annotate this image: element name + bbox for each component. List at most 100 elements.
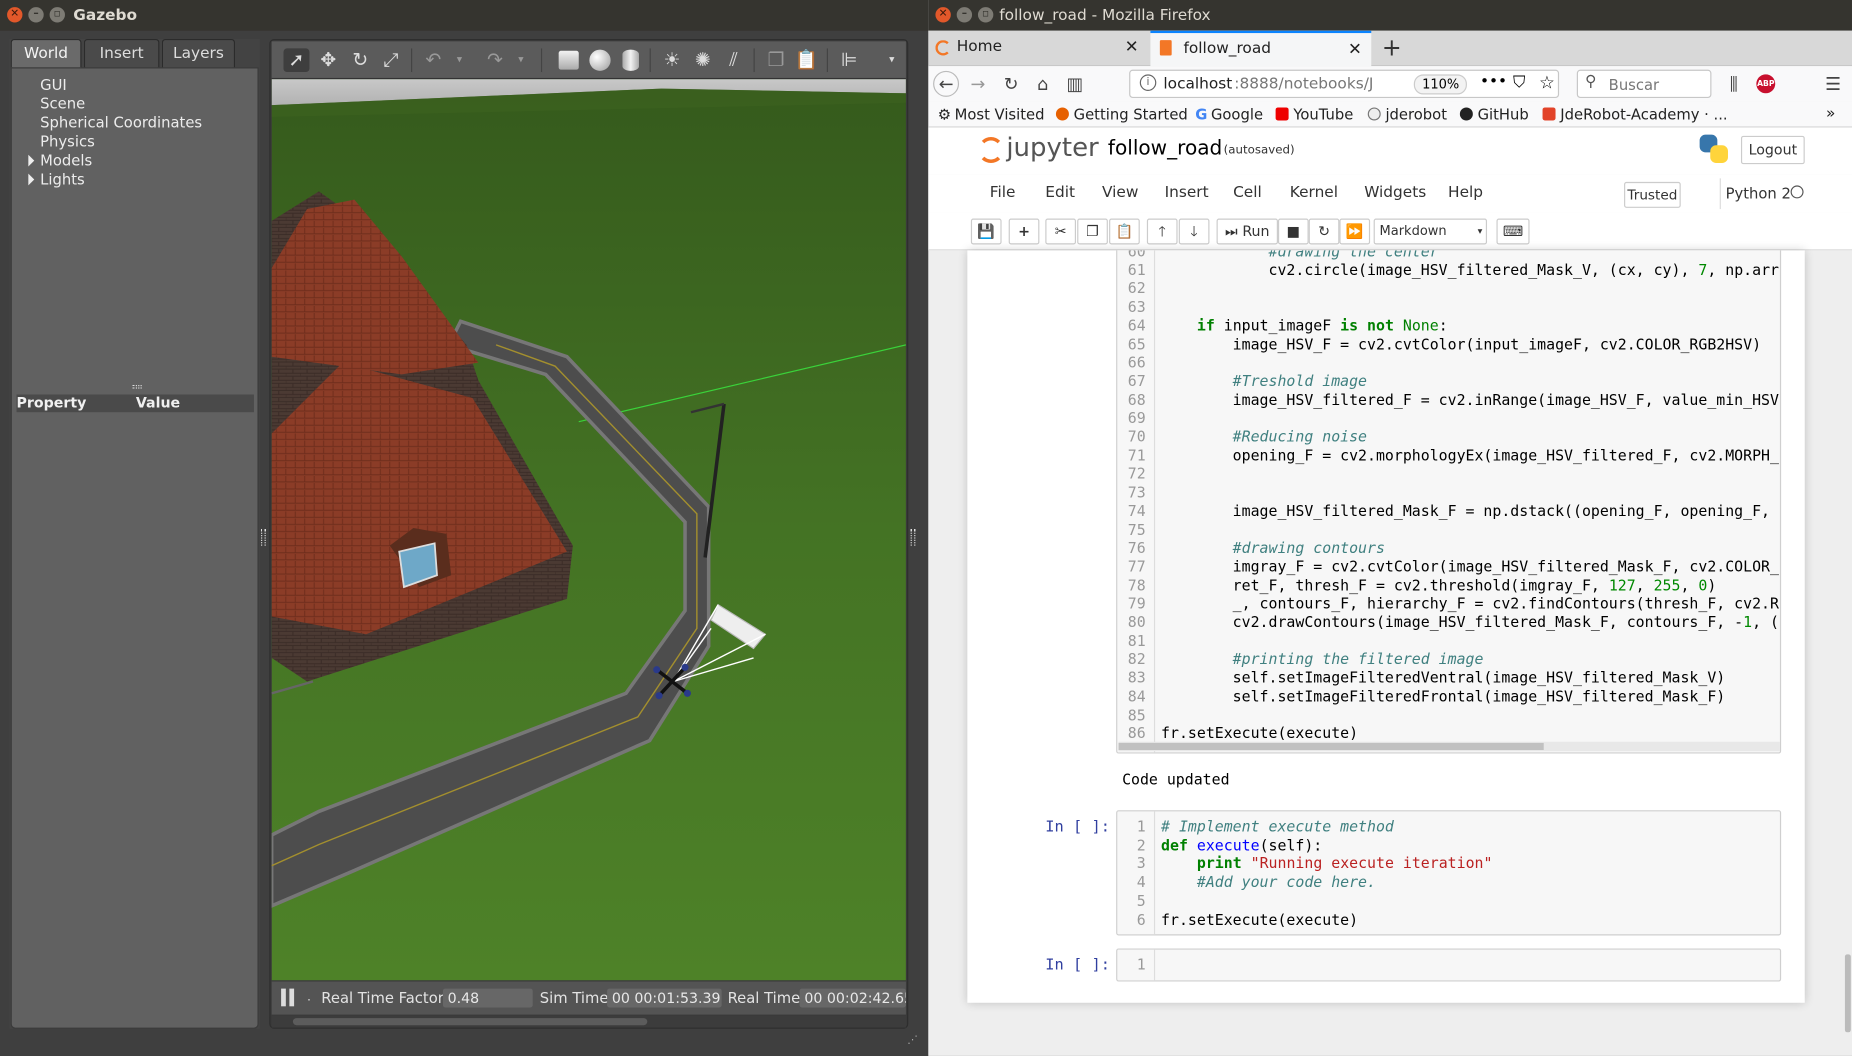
code-horizontal-scrollbar[interactable] [1118, 741, 1780, 752]
box-icon[interactable] [555, 48, 581, 72]
bookmark-getting-started[interactable]: Getting Started [1055, 105, 1188, 123]
search-bar[interactable]: ⚲ Buscar [1576, 69, 1712, 99]
run-button[interactable]: ⏭ Run [1216, 218, 1278, 245]
adblock-icon[interactable]: ABP [1756, 74, 1776, 94]
toolbar-overflow-icon[interactable]: ▾ [879, 48, 905, 72]
undo-icon[interactable]: ↶ [420, 48, 446, 72]
jupyter-logo-text[interactable]: jupyter [1006, 133, 1098, 163]
sidebar-icon[interactable]: ▥ [1063, 72, 1087, 96]
forward-icon[interactable]: → [966, 72, 990, 96]
tab-follow-road[interactable]: follow_road ✕ [1150, 30, 1372, 67]
point-light-icon[interactable]: ☀ [659, 48, 685, 72]
hamburger-menu-icon[interactable]: ☰ [1821, 72, 1845, 96]
code-cell[interactable]: 60 61 62 63 64 65 66 67 68 69 70 71 72 7… [1116, 250, 1782, 754]
tree-item-lights[interactable]: Lights [28, 170, 85, 188]
spot-light-icon[interactable]: ✺ [690, 48, 716, 72]
page-actions-icon[interactable]: ••• [1480, 73, 1507, 91]
back-icon[interactable]: ← [933, 70, 960, 97]
menu-cell[interactable]: Cell [1233, 184, 1262, 202]
new-tab-icon[interactable]: + [1382, 33, 1402, 61]
pocket-icon[interactable]: ⛉ [1513, 73, 1525, 92]
tab-world[interactable]: World [10, 38, 82, 68]
bookmark-google[interactable]: G Google [1195, 105, 1263, 123]
resize-grip-icon[interactable]: ⋰ [907, 1035, 918, 1047]
move-down-icon[interactable]: 🡓 [1178, 218, 1210, 245]
pause-icon[interactable] [281, 988, 286, 1007]
status-scrollbar[interactable] [271, 1015, 906, 1028]
menu-file[interactable]: File [990, 184, 1016, 202]
url-bar[interactable]: i localhost :8888/notebooks/Jup 110% •••… [1129, 69, 1560, 99]
directional-light-icon[interactable]: ⫽ [720, 48, 746, 72]
menu-insert[interactable]: Insert [1165, 184, 1209, 202]
right-splitter-handle[interactable] [910, 529, 916, 546]
maximize-icon[interactable]: ▫ [977, 7, 994, 23]
translate-icon[interactable]: ✥ [315, 48, 341, 72]
redo-icon[interactable]: ↷ [482, 48, 508, 72]
bookmark-jderobot[interactable]: jderobot [1367, 105, 1447, 123]
menu-widgets[interactable]: Widgets [1364, 184, 1426, 202]
restart-run-all-icon[interactable]: ⏩ [1339, 218, 1371, 245]
rotate-icon[interactable]: ↻ [347, 48, 373, 72]
tree-item-physics[interactable]: Physics [40, 132, 95, 150]
bookmark-most-visited[interactable]: ⚙ Most Visited [938, 105, 1045, 123]
close-icon[interactable]: ✕ [7, 7, 23, 23]
3d-scene-viewport[interactable] [271, 79, 906, 981]
bookmark-youtube[interactable]: YouTube [1275, 105, 1353, 123]
code-cell[interactable]: 1 2 3 4 5 6 # Implement execute method d… [1116, 810, 1782, 936]
home-icon[interactable]: ⌂ [1031, 72, 1055, 96]
copy-icon[interactable]: ❐ [1077, 218, 1108, 245]
command-palette-icon[interactable]: ⌨ [1496, 218, 1530, 245]
bookmark-star-icon[interactable]: ☆ [1539, 72, 1555, 93]
reload-icon[interactable]: ↻ [999, 72, 1023, 96]
redo-history-icon[interactable]: ▾ [508, 48, 534, 72]
bookmarks-overflow-icon[interactable]: » [1826, 105, 1835, 123]
cylinder-icon[interactable] [618, 48, 644, 72]
minimize-icon[interactable]: – [28, 7, 44, 23]
tab-home[interactable]: Home ✕ [928, 31, 1148, 66]
logout-button[interactable]: Logout [1740, 135, 1805, 165]
expand-arrow-icon[interactable] [28, 154, 35, 167]
paste-icon[interactable]: 📋 [1109, 218, 1140, 245]
menu-help[interactable]: Help [1448, 184, 1483, 202]
sphere-icon[interactable] [587, 48, 613, 72]
panel-splitter-handle[interactable] [132, 385, 142, 389]
minimize-icon[interactable]: – [956, 7, 973, 23]
zoom-indicator[interactable]: 110% [1413, 74, 1468, 95]
scrollbar-thumb[interactable] [292, 1018, 648, 1026]
copy-icon[interactable]: ❐ [763, 48, 789, 72]
info-icon[interactable]: i [1139, 74, 1157, 91]
notebook-name[interactable]: follow_road [1108, 137, 1222, 161]
close-icon[interactable]: ✕ [935, 7, 951, 23]
tab-insert[interactable]: Insert [83, 38, 160, 68]
save-icon[interactable]: 💾 [970, 218, 1002, 245]
menu-view[interactable]: View [1102, 184, 1138, 202]
undo-history-icon[interactable]: ▾ [446, 48, 472, 72]
menu-edit[interactable]: Edit [1045, 184, 1075, 202]
menu-kernel[interactable]: Kernel [1290, 184, 1338, 202]
cut-icon[interactable]: ✂ [1045, 218, 1077, 245]
tree-item-spherical-coordinates[interactable]: Spherical Coordinates [40, 113, 202, 131]
maximize-icon[interactable]: ▫ [49, 7, 65, 23]
trusted-indicator[interactable]: Trusted [1624, 181, 1681, 208]
bookmark-github[interactable]: GitHub [1459, 105, 1529, 123]
add-cell-icon[interactable]: + [1008, 218, 1040, 245]
tree-item-scene[interactable]: Scene [40, 94, 85, 112]
select-arrow-icon[interactable]: ➚ [283, 48, 310, 73]
library-icon[interactable]: ⫼ [1722, 72, 1746, 96]
left-splitter-handle[interactable] [261, 529, 266, 546]
code-cell[interactable]: 1 [1116, 948, 1782, 982]
tab-layers[interactable]: Layers [161, 38, 236, 68]
step-icon[interactable]: . [307, 991, 311, 1004]
bookmark-jderobot-academy[interactable]: JdeRobot-Academy · ... [1542, 105, 1728, 123]
align-icon[interactable]: ⊫ [836, 48, 862, 72]
paste-icon[interactable]: 📋 [794, 48, 820, 72]
scale-icon[interactable]: ⤢ [378, 48, 404, 72]
page-scrollbar-thumb[interactable] [1844, 954, 1851, 1033]
expand-arrow-icon[interactable] [28, 173, 35, 186]
close-tab-icon[interactable]: ✕ [1348, 33, 1362, 66]
tree-item-gui[interactable]: GUI [40, 76, 67, 94]
cell-type-select[interactable]: Markdown ▾ [1373, 218, 1488, 245]
jupyter-logo-icon[interactable] [977, 137, 1004, 163]
tree-item-models[interactable]: Models [28, 151, 92, 169]
scrollbar-thumb[interactable] [1118, 742, 1544, 751]
